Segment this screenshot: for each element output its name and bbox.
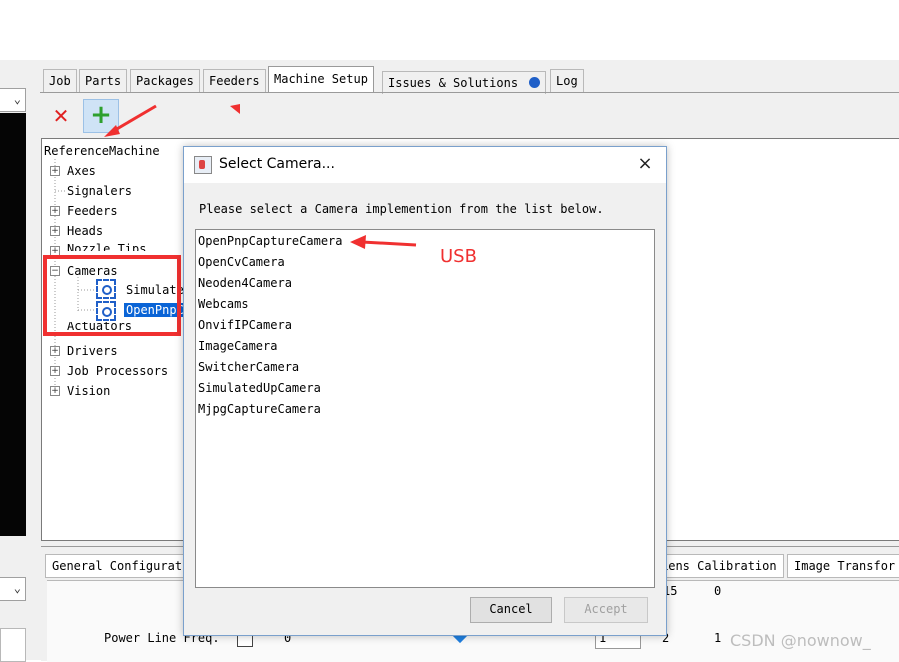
java-icon bbox=[194, 156, 212, 174]
expand-icon[interactable]: + bbox=[50, 346, 60, 356]
list-item[interactable]: Webcams bbox=[198, 297, 249, 311]
dialog-prompt: Please select a Camera implemention from… bbox=[199, 202, 604, 216]
watermark: CSDN @nownow_ bbox=[730, 631, 871, 650]
close-icon[interactable]: × bbox=[634, 153, 656, 175]
left-combo-bottom[interactable]: ⌄ bbox=[0, 577, 26, 601]
list-item[interactable]: ImageCamera bbox=[198, 339, 277, 353]
tab-machine-setup[interactable]: Machine Setup bbox=[268, 66, 374, 92]
list-item[interactable]: Neoden4Camera bbox=[198, 276, 292, 290]
tree-item-drivers[interactable]: Drivers bbox=[67, 344, 118, 358]
select-camera-dialog: Select Camera... × Please select a Camer… bbox=[183, 146, 667, 636]
tab-log[interactable]: Log bbox=[550, 69, 584, 92]
left-combo-top[interactable]: ⌄ bbox=[0, 88, 26, 112]
tab-label: Machine Setup bbox=[274, 72, 368, 86]
tab-label: Packages bbox=[136, 74, 194, 88]
tab-feeders[interactable]: Feeders bbox=[203, 69, 266, 92]
expand-icon[interactable]: + bbox=[50, 166, 60, 176]
tree-item-nozzle-tips[interactable]: Nozzle Tips bbox=[67, 242, 146, 251]
arrow-annotation-usb bbox=[350, 235, 417, 249]
tab-lens-calibration[interactable]: Lens Calibration bbox=[654, 554, 784, 578]
list-item[interactable]: MjpgCaptureCamera bbox=[198, 402, 321, 416]
list-item[interactable]: SwitcherCamera bbox=[198, 360, 299, 374]
left-field[interactable] bbox=[0, 628, 26, 662]
tree-item-vision[interactable]: Vision bbox=[67, 384, 110, 398]
camera-type-list[interactable]: OpenPnpCaptureCamera OpenCvCamera Neoden… bbox=[195, 229, 655, 588]
accept-button[interactable]: Accept bbox=[564, 597, 648, 623]
delete-icon[interactable]: ✕ bbox=[50, 104, 72, 128]
issues-status-dot-icon bbox=[529, 77, 541, 88]
expand-icon[interactable]: + bbox=[50, 366, 60, 376]
expand-icon[interactable]: + bbox=[50, 386, 60, 396]
chevron-down-icon: ⌄ bbox=[13, 581, 21, 595]
tab-label: Parts bbox=[85, 74, 122, 88]
tab-label: Job bbox=[49, 74, 71, 88]
tree-item-feeders[interactable]: Feeders bbox=[67, 204, 118, 218]
list-item[interactable]: OnvifIPCamera bbox=[198, 318, 292, 332]
tab-divider bbox=[40, 92, 899, 93]
top-band bbox=[0, 0, 899, 61]
tab-label: Log bbox=[556, 74, 578, 88]
list-item[interactable]: OpenPnpCaptureCamera bbox=[198, 234, 343, 248]
tab-packages[interactable]: Packages bbox=[130, 69, 200, 92]
chevron-down-icon: ⌄ bbox=[13, 92, 21, 106]
tab-parts[interactable]: Parts bbox=[79, 69, 128, 92]
usb-annotation: USB bbox=[440, 246, 477, 267]
cancel-button[interactable]: Cancel bbox=[470, 597, 552, 623]
list-item[interactable]: SimulatedUpCamera bbox=[198, 381, 321, 395]
expand-icon[interactable]: + bbox=[50, 206, 60, 216]
tree-item-heads[interactable]: Heads bbox=[67, 224, 103, 238]
tab-issues-solutions[interactable]: Issues & Solutions bbox=[382, 71, 547, 94]
tab-image-transforms[interactable]: Image Transfor bbox=[787, 554, 899, 578]
tab-label: Feeders bbox=[209, 74, 260, 88]
tree-item-axes[interactable]: Axes bbox=[67, 164, 96, 178]
arrow-annotation-add bbox=[104, 104, 240, 137]
list-item[interactable]: OpenCvCamera bbox=[198, 255, 285, 269]
tree-item-signalers[interactable]: Signalers bbox=[67, 184, 132, 198]
tree-item-job-processors[interactable]: Job Processors bbox=[67, 364, 168, 378]
highlight-box-cameras bbox=[43, 255, 181, 336]
tab-general-configuration[interactable]: General Configurat bbox=[45, 554, 190, 578]
dialog-title: Select Camera... bbox=[219, 156, 335, 172]
value-label: 1 bbox=[714, 631, 722, 645]
value-label: 0 bbox=[714, 584, 722, 598]
camera-preview bbox=[0, 113, 26, 536]
tab-job[interactable]: Job bbox=[43, 69, 77, 92]
tab-label: Issues & Solutions bbox=[388, 76, 519, 90]
expand-icon[interactable]: + bbox=[50, 226, 60, 236]
